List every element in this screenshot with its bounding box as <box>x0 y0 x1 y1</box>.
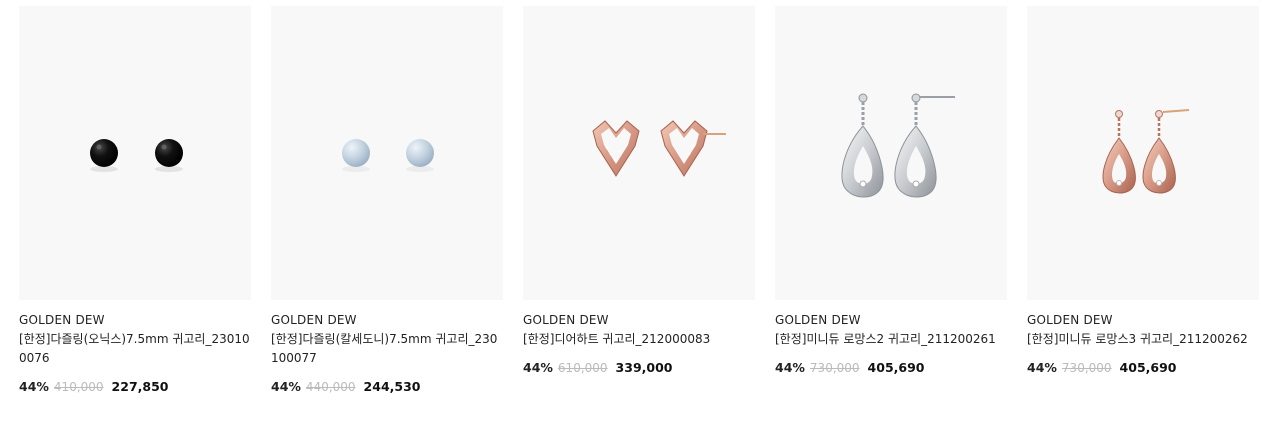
discount-rate: 44% <box>19 379 49 394</box>
original-price: 730,000 <box>809 361 860 375</box>
original-price: 440,000 <box>305 380 356 394</box>
sale-price: 405,690 <box>867 360 925 375</box>
product-card[interactable]: GOLDEN DEW [한정]디어하트 귀고리_212000083 44% 610… <box>523 6 755 377</box>
product-brand: GOLDEN DEW <box>271 313 357 327</box>
product-card[interactable]: GOLDEN DEW [한정]다즐링(칼세도니)7.5mm 귀고리_230100… <box>271 6 503 396</box>
product-name[interactable]: [한정]디어하트 귀고리_212000083 <box>523 330 755 349</box>
product-name[interactable]: [한정]미니듀 로망스3 귀고리_211200262 <box>1027 330 1259 349</box>
original-price: 610,000 <box>557 361 608 375</box>
sale-price: 405,690 <box>1119 360 1177 375</box>
product-grid: GOLDEN DEW [한정]다즐링(오닉스)7.5mm 귀고리_2301000… <box>0 0 1262 427</box>
product-card[interactable]: GOLDEN DEW [한정]다즐링(오닉스)7.5mm 귀고리_2301000… <box>19 6 251 396</box>
chalcedony-stud-earrings-image <box>342 139 434 172</box>
product-name[interactable]: [한정]미니듀 로망스2 귀고리_211200261 <box>775 330 1007 349</box>
product-brand: GOLDEN DEW <box>523 313 609 327</box>
original-price: 730,000 <box>1061 361 1112 375</box>
price-row: 44% 610,000 339,000 <box>523 359 755 377</box>
price-row: 44% 440,000 244,530 <box>271 378 503 396</box>
sale-price: 339,000 <box>615 360 673 375</box>
product-card[interactable]: GOLDEN DEW [한정]미니듀 로망스3 귀고리_211200262 44… <box>1027 6 1259 377</box>
onyx-stud-earrings-image <box>90 139 183 172</box>
product-card[interactable]: GOLDEN DEW [한정]미니듀 로망스2 귀고리_211200261 44… <box>775 6 1007 377</box>
discount-rate: 44% <box>775 360 805 375</box>
discount-rate: 44% <box>523 360 553 375</box>
price-row: 44% 410,000 227,850 <box>19 378 251 396</box>
discount-rate: 44% <box>271 379 301 394</box>
discount-rate: 44% <box>1027 360 1057 375</box>
product-image[interactable] <box>775 6 1007 300</box>
price-row: 44% 730,000 405,690 <box>1027 359 1259 377</box>
product-name[interactable]: [한정]다즐링(오닉스)7.5mm 귀고리_230100076 <box>19 330 251 368</box>
product-image[interactable] <box>19 6 251 300</box>
sale-price: 227,850 <box>111 379 169 394</box>
product-brand: GOLDEN DEW <box>1027 313 1113 327</box>
product-image[interactable] <box>271 6 503 300</box>
product-image[interactable] <box>523 6 755 300</box>
sale-price: 244,530 <box>363 379 421 394</box>
original-price: 410,000 <box>53 380 104 394</box>
silver-drop-earrings-image <box>841 93 955 198</box>
rose-gold-drop-earrings-image <box>1102 109 1190 194</box>
product-brand: GOLDEN DEW <box>19 313 105 327</box>
product-name[interactable]: [한정]다즐링(칼세도니)7.5mm 귀고리_230100077 <box>271 330 503 368</box>
product-image[interactable] <box>1027 6 1259 300</box>
heart-earrings-image <box>592 120 726 177</box>
product-brand: GOLDEN DEW <box>775 313 861 327</box>
price-row: 44% 730,000 405,690 <box>775 359 1007 377</box>
